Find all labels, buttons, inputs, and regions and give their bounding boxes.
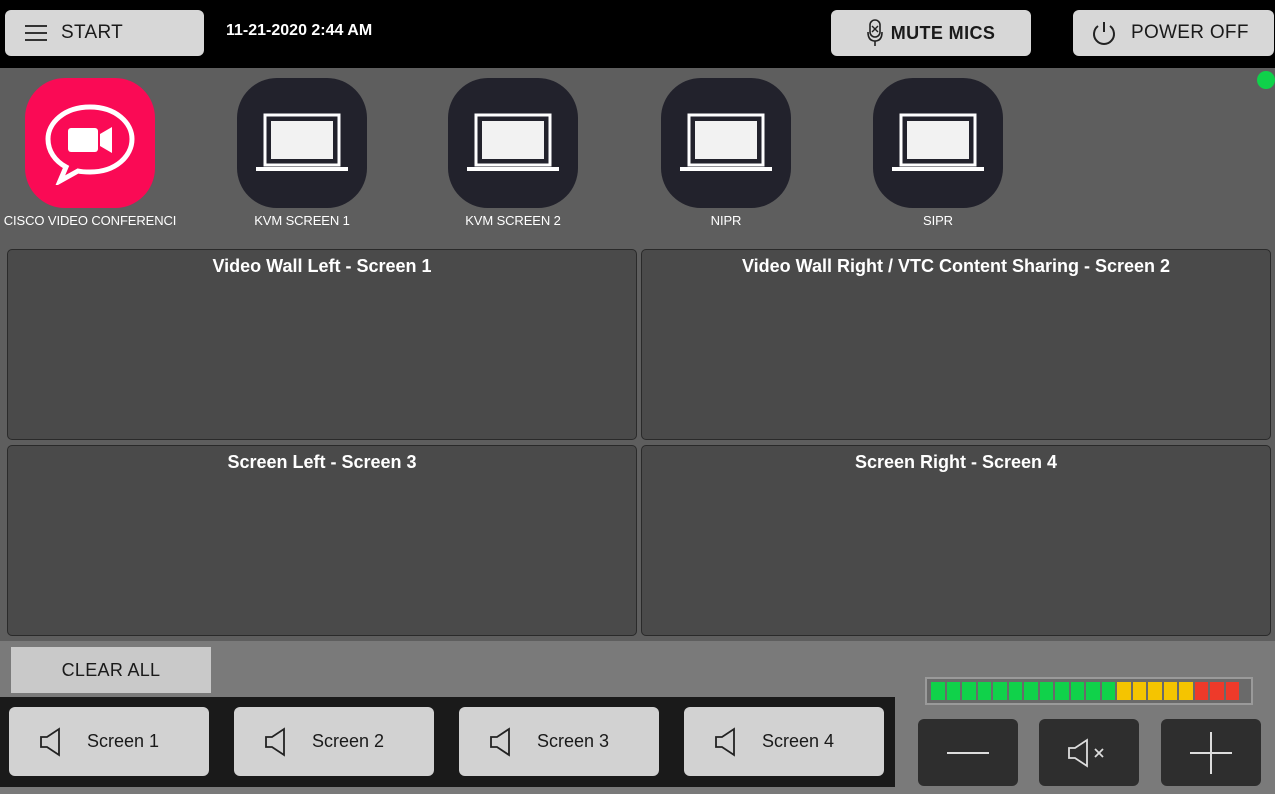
source-label: SIPR xyxy=(923,213,953,228)
audio-button-label: Screen 1 xyxy=(87,731,160,751)
video-chat-icon xyxy=(25,78,155,208)
volume-down-button[interactable] xyxy=(918,719,1018,786)
minus-icon xyxy=(947,751,989,755)
meter-segment xyxy=(1179,682,1193,700)
speaker-icon xyxy=(714,726,738,757)
speaker-icon xyxy=(39,726,63,757)
speaker-icon xyxy=(264,726,288,757)
meter-segment xyxy=(977,682,991,700)
power-icon xyxy=(1091,20,1117,46)
speaker-icon xyxy=(489,726,513,757)
top-bar: START 11-21-2020 2:44 AM MUTE MICS POWER… xyxy=(0,0,1275,68)
screen-4-drop-zone[interactable]: Screen Right - Screen 4 xyxy=(641,445,1271,636)
meter-segment xyxy=(962,682,976,700)
power-off-label: POWER OFF xyxy=(1131,22,1249,43)
screen-title: Screen Left - Screen 3 xyxy=(227,452,417,472)
hamburger-menu-icon xyxy=(25,24,47,42)
volume-mute-button[interactable] xyxy=(1039,719,1139,786)
screen-2-drop-zone[interactable]: Video Wall Right / VTC Content Sharing -… xyxy=(641,249,1271,440)
audio-level-meter xyxy=(925,677,1253,705)
status-indicator xyxy=(1257,71,1275,89)
meter-segment xyxy=(1039,682,1053,700)
source-label: KVM SCREEN 2 xyxy=(465,213,561,228)
screen-title: Video Wall Left - Screen 1 xyxy=(212,256,432,276)
volume-up-button[interactable] xyxy=(1161,719,1261,786)
start-label: START xyxy=(61,22,124,43)
meter-segment xyxy=(1148,682,1162,700)
screen-3-drop-zone[interactable]: Screen Left - Screen 3 xyxy=(7,445,637,636)
meter-segment xyxy=(1101,682,1115,700)
meter-segment xyxy=(1117,682,1131,700)
speaker-mute-icon xyxy=(1067,737,1111,769)
meter-segment xyxy=(1024,682,1038,700)
laptop-icon xyxy=(237,78,367,208)
laptop-icon xyxy=(661,78,791,208)
source-kvm-screen-2[interactable]: KVM SCREEN 2 xyxy=(428,78,598,238)
source-label: CISCO VIDEO CONFERENCI xyxy=(3,213,177,228)
meter-segment xyxy=(993,682,1007,700)
meter-segment xyxy=(1132,682,1146,700)
source-label: KVM SCREEN 1 xyxy=(254,213,350,228)
plus-icon xyxy=(1190,731,1232,774)
control-panel: START 11-21-2020 2:44 AM MUTE MICS POWER… xyxy=(0,0,1275,794)
screen-title: Video Wall Right / VTC Content Sharing -… xyxy=(741,256,1171,276)
meter-segment xyxy=(946,682,960,700)
meter-segment xyxy=(1210,682,1224,700)
audio-screen-2-button[interactable]: Screen 2 xyxy=(234,707,434,776)
clear-all-button[interactable]: CLEAR ALL xyxy=(11,647,211,693)
laptop-icon xyxy=(448,78,578,208)
source-sipr[interactable]: SIPR xyxy=(853,78,1023,238)
meter-segment xyxy=(1194,682,1208,700)
meter-segment xyxy=(1055,682,1069,700)
screen-title: Screen Right - Screen 4 xyxy=(854,452,1058,472)
laptop-icon xyxy=(873,78,1003,208)
source-label: NIPR xyxy=(710,213,742,228)
meter-segment xyxy=(1070,682,1084,700)
start-button[interactable]: START xyxy=(5,10,204,56)
audio-button-label: Screen 3 xyxy=(537,731,610,751)
microphone-mute-icon xyxy=(866,19,883,47)
source-kvm-screen-1[interactable]: KVM SCREEN 1 xyxy=(217,78,387,238)
audio-screen-4-button[interactable]: Screen 4 xyxy=(684,707,884,776)
mute-mics-label: MUTE MICS xyxy=(890,22,996,43)
audio-button-label: Screen 4 xyxy=(762,731,835,751)
meter-segment xyxy=(1086,682,1100,700)
source-nipr[interactable]: NIPR xyxy=(641,78,811,238)
meter-segment xyxy=(931,682,945,700)
meter-segment xyxy=(1225,682,1239,700)
source-cisco-video-conference[interactable]: CISCO VIDEO CONFERENCI xyxy=(3,78,177,238)
audio-button-label: Screen 2 xyxy=(312,731,385,751)
power-off-button[interactable]: POWER OFF xyxy=(1073,10,1274,56)
screen-1-drop-zone[interactable]: Video Wall Left - Screen 1 xyxy=(7,249,637,440)
meter-segment xyxy=(1008,682,1022,700)
datetime-display: 11-21-2020 2:44 AM xyxy=(226,22,373,39)
meter-segment xyxy=(1163,682,1177,700)
mute-mics-button[interactable]: MUTE MICS xyxy=(831,10,1031,56)
audio-screen-3-button[interactable]: Screen 3 xyxy=(459,707,659,776)
audio-screen-1-button[interactable]: Screen 1 xyxy=(9,707,209,776)
